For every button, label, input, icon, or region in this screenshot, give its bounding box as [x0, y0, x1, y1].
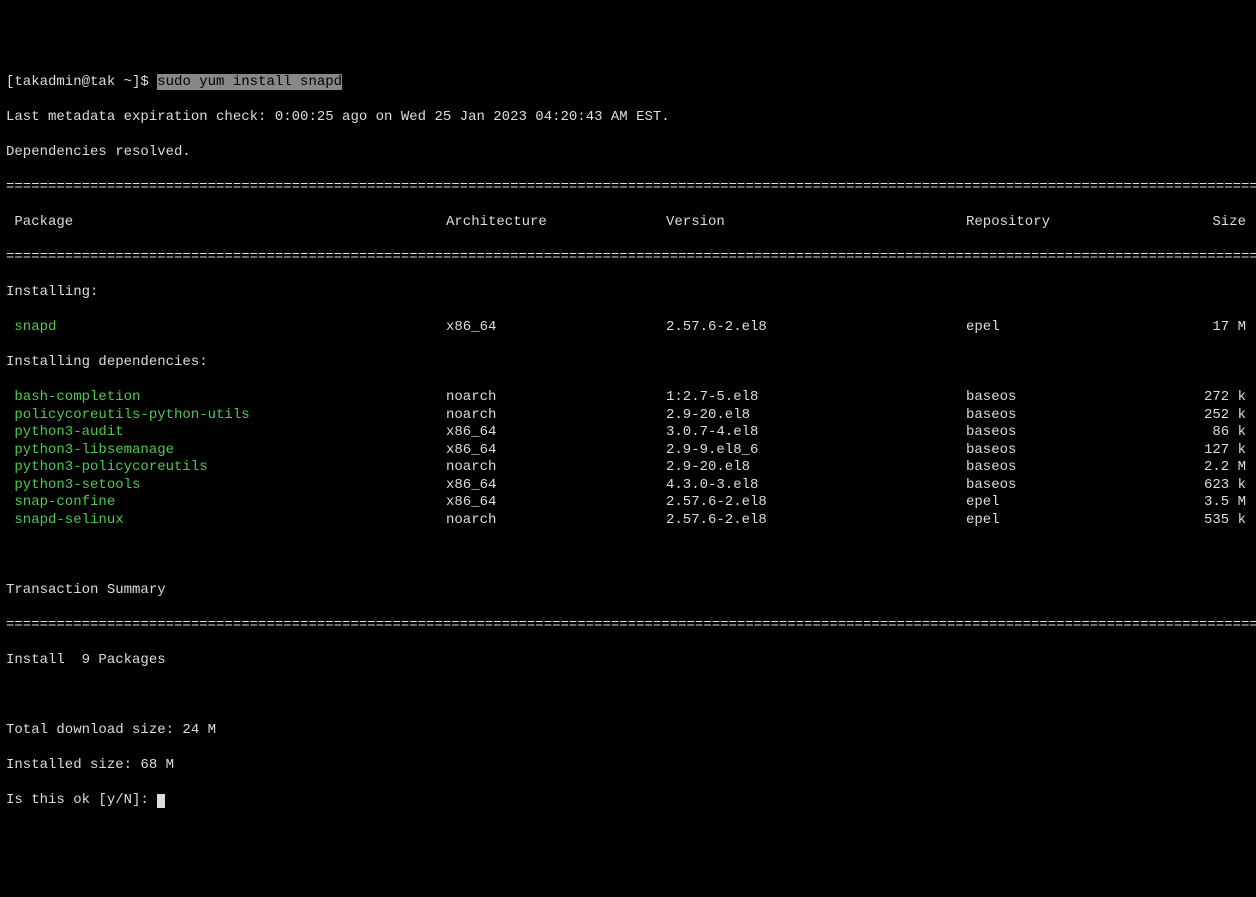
header-arch: Architecture [446, 214, 666, 232]
package-name: snapd [6, 319, 446, 337]
prompt-line: [takadmin@tak ~]$ sudo yum install snapd [6, 74, 1250, 92]
deps-resolved-line: Dependencies resolved. [6, 144, 1250, 162]
header-repo: Repository [966, 214, 1166, 232]
table-row: snap-confinex86_642.57.6-2.el8epel3.5 M [6, 494, 1250, 512]
table-row: snapdx86_642.57.6-2.el8epel17 M [6, 319, 1250, 337]
package-arch: noarch [446, 389, 666, 407]
table-row: policycoreutils-python-utilsnoarch2.9-20… [6, 407, 1250, 425]
header-size: Size [1166, 214, 1246, 232]
package-size: 86 k [1166, 424, 1246, 442]
package-repo: baseos [966, 477, 1166, 495]
prompt-prefix: [takadmin@tak ~]$ [6, 74, 157, 90]
package-arch: noarch [446, 459, 666, 477]
package-repo: baseos [966, 442, 1166, 460]
package-size: 535 k [1166, 512, 1246, 530]
package-arch: x86_64 [446, 494, 666, 512]
cursor-icon [157, 794, 165, 808]
table-row: python3-libsemanagex86_642.9-9.el8_6base… [6, 442, 1250, 460]
package-version: 2.9-20.el8 [666, 407, 966, 425]
package-size: 252 k [1166, 407, 1246, 425]
package-repo: epel [966, 512, 1166, 530]
package-repo: baseos [966, 389, 1166, 407]
divider: ========================================… [6, 249, 1250, 267]
package-size: 272 k [1166, 389, 1246, 407]
confirm-prompt: Is this ok [y/N]: [6, 792, 157, 808]
package-arch: x86_64 [446, 319, 666, 337]
package-version: 2.57.6-2.el8 [666, 494, 966, 512]
table-header: PackageArchitectureVersionRepositorySize [6, 214, 1250, 232]
package-repo: baseos [966, 407, 1166, 425]
blank-line [6, 687, 1250, 705]
package-arch: x86_64 [446, 442, 666, 460]
package-size: 127 k [1166, 442, 1246, 460]
package-arch: x86_64 [446, 424, 666, 442]
package-repo: baseos [966, 424, 1166, 442]
package-size: 623 k [1166, 477, 1246, 495]
installing-label: Installing: [6, 284, 1250, 302]
package-size: 2.2 M [1166, 459, 1246, 477]
installing-deps-label: Installing dependencies: [6, 354, 1250, 372]
metadata-line: Last metadata expiration check: 0:00:25 … [6, 109, 1250, 127]
package-version: 2.9-9.el8_6 [666, 442, 966, 460]
package-version: 3.0.7-4.el8 [666, 424, 966, 442]
package-name: snapd-selinux [6, 512, 446, 530]
blank-line [6, 547, 1250, 565]
package-size: 3.5 M [1166, 494, 1246, 512]
confirm-prompt-line[interactable]: Is this ok [y/N]: [6, 792, 1250, 810]
package-name: python3-audit [6, 424, 446, 442]
package-name: python3-setools [6, 477, 446, 495]
package-name: policycoreutils-python-utils [6, 407, 446, 425]
command-text: sudo yum install snapd [157, 74, 342, 90]
install-count: Install 9 Packages [6, 652, 1250, 670]
txn-summary-label: Transaction Summary [6, 582, 1250, 600]
package-version: 2.57.6-2.el8 [666, 512, 966, 530]
package-repo: epel [966, 494, 1166, 512]
table-row: python3-setoolsx86_644.3.0-3.el8baseos62… [6, 477, 1250, 495]
package-repo: epel [966, 319, 1166, 337]
table-row: python3-policycoreutilsnoarch2.9-20.el8b… [6, 459, 1250, 477]
package-name: bash-completion [6, 389, 446, 407]
package-version: 1:2.7-5.el8 [666, 389, 966, 407]
download-size: Total download size: 24 M [6, 722, 1250, 740]
header-package: Package [6, 214, 446, 232]
installed-size: Installed size: 68 M [6, 757, 1250, 775]
table-row: python3-auditx86_643.0.7-4.el8baseos86 k [6, 424, 1250, 442]
divider: ========================================… [6, 617, 1250, 635]
package-version: 2.57.6-2.el8 [666, 319, 966, 337]
package-name: python3-libsemanage [6, 442, 446, 460]
package-arch: noarch [446, 512, 666, 530]
table-row: snapd-selinuxnoarch2.57.6-2.el8epel535 k [6, 512, 1250, 530]
table-row: bash-completionnoarch1:2.7-5.el8baseos27… [6, 389, 1250, 407]
package-name: python3-policycoreutils [6, 459, 446, 477]
divider: ========================================… [6, 179, 1250, 197]
package-size: 17 M [1166, 319, 1246, 337]
package-repo: baseos [966, 459, 1166, 477]
package-name: snap-confine [6, 494, 446, 512]
package-arch: noarch [446, 407, 666, 425]
header-version: Version [666, 214, 966, 232]
package-version: 2.9-20.el8 [666, 459, 966, 477]
package-version: 4.3.0-3.el8 [666, 477, 966, 495]
package-arch: x86_64 [446, 477, 666, 495]
